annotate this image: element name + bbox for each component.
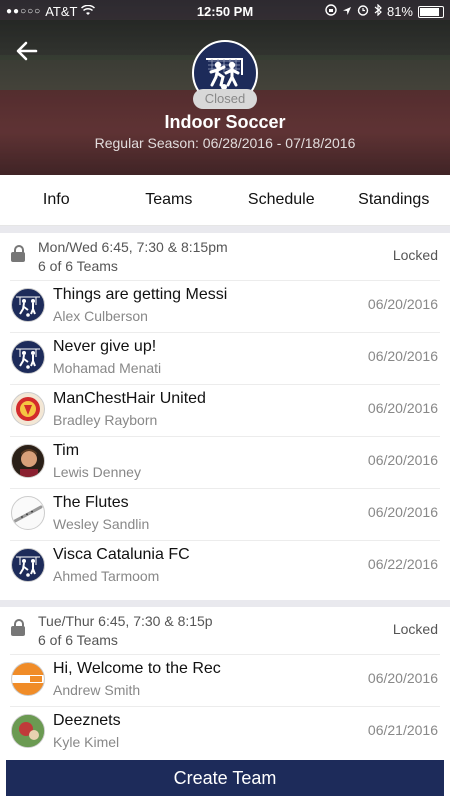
battery-percent: 81% (386, 4, 413, 19)
division-status: Locked (392, 247, 438, 263)
team-captain: Andrew Smith (53, 682, 141, 698)
team-row[interactable]: ManChestHair United Bradley Rayborn 06/2… (0, 384, 450, 436)
create-team-button[interactable]: Create Team (6, 760, 444, 796)
division-header: Mon/Wed 6:45, 7:30 & 8:15pm 6 of 6 Teams… (0, 233, 450, 279)
status-bar: ●●○○○ AT&T 12:50 PM 81% (0, 0, 450, 22)
team-row[interactable]: Never give up! Mohamad Menati 06/20/2016 (0, 332, 450, 384)
season-dates: Regular Season: 06/28/2016 - 07/18/2016 (94, 135, 356, 151)
lock-icon (11, 619, 25, 636)
team-logo-flute-icon (11, 496, 45, 530)
team-captain: Mohamad Menati (53, 360, 162, 376)
team-name: Things are getting Messi (53, 286, 228, 303)
lock-icon (11, 245, 25, 262)
team-row[interactable]: Visca Catalunia FC Ahmed Tarmoom 06/22/2… (0, 540, 450, 592)
team-captain: Alex Culberson (53, 308, 148, 324)
team-date: 06/20/2016 (367, 504, 438, 520)
page-title: Indoor Soccer (164, 112, 286, 132)
division-team-count: 6 of 6 Teams (38, 258, 118, 274)
team-logo-soccer-icon (11, 548, 45, 582)
back-arrow-icon[interactable] (14, 38, 42, 66)
team-logo-soccer-icon (11, 288, 45, 322)
division-status: Locked (392, 621, 438, 637)
team-captain: Kyle Kimel (53, 734, 120, 750)
lock-rotation-icon (325, 4, 337, 19)
team-logo-soccer-icon (11, 340, 45, 374)
team-captain: Bradley Rayborn (53, 412, 158, 428)
team-date: 06/20/2016 (367, 296, 438, 312)
team-name: Hi, Welcome to the Rec (53, 660, 221, 677)
tab-teams[interactable]: Teams (113, 175, 226, 225)
tab-info[interactable]: Info (0, 175, 113, 225)
battery-icon (418, 5, 444, 18)
team-row[interactable]: Hi, Welcome to the Rec Andrew Smith 06/2… (0, 654, 450, 706)
division-header: Tue/Thur 6:45, 7:30 & 8:15p 6 of 6 Teams… (0, 607, 450, 653)
division-team-count: 6 of 6 Teams (38, 632, 118, 648)
tab-bar: Info Teams Schedule Standings (0, 175, 450, 226)
team-date: 06/20/2016 (367, 452, 438, 468)
status-badge: Closed (193, 89, 257, 109)
team-name: Tim (53, 442, 80, 459)
team-photo-icon (11, 444, 45, 478)
section-divider (0, 226, 450, 233)
team-logo-crest-icon (11, 392, 45, 426)
team-row[interactable]: Things are getting Messi Alex Culberson … (0, 280, 450, 332)
division-title: Tue/Thur 6:45, 7:30 & 8:15p (38, 613, 213, 629)
section-divider (0, 600, 450, 607)
team-date: 06/20/2016 (367, 400, 438, 416)
team-row[interactable]: The Flutes Wesley Sandlin 06/20/2016 (0, 488, 450, 540)
team-date: 06/20/2016 (367, 348, 438, 364)
team-name: ManChestHair United (53, 390, 206, 407)
team-date: 06/20/2016 (367, 670, 438, 686)
team-logo-rec-icon (11, 662, 45, 696)
team-captain: Ahmed Tarmoom (53, 568, 160, 584)
tab-standings[interactable]: Standings (338, 175, 450, 225)
team-row[interactable]: Deeznets Kyle Kimel 06/21/2016 (0, 706, 450, 758)
team-date: 06/21/2016 (367, 722, 438, 738)
division-title: Mon/Wed 6:45, 7:30 & 8:15pm (38, 239, 228, 255)
team-photo-icon (11, 714, 45, 748)
alarm-icon (357, 4, 369, 19)
team-date: 06/22/2016 (367, 556, 438, 572)
team-name: The Flutes (53, 494, 129, 511)
location-icon (342, 4, 352, 19)
team-captain: Wesley Sandlin (53, 516, 150, 532)
tab-schedule[interactable]: Schedule (225, 175, 338, 225)
team-captain: Lewis Denney (53, 464, 141, 480)
team-name: Deeznets (53, 712, 121, 729)
team-name: Never give up! (53, 338, 157, 355)
team-row[interactable]: Tim Lewis Denney 06/20/2016 (0, 436, 450, 488)
team-name: Visca Catalunia FC (53, 546, 190, 563)
bluetooth-icon (374, 3, 382, 19)
